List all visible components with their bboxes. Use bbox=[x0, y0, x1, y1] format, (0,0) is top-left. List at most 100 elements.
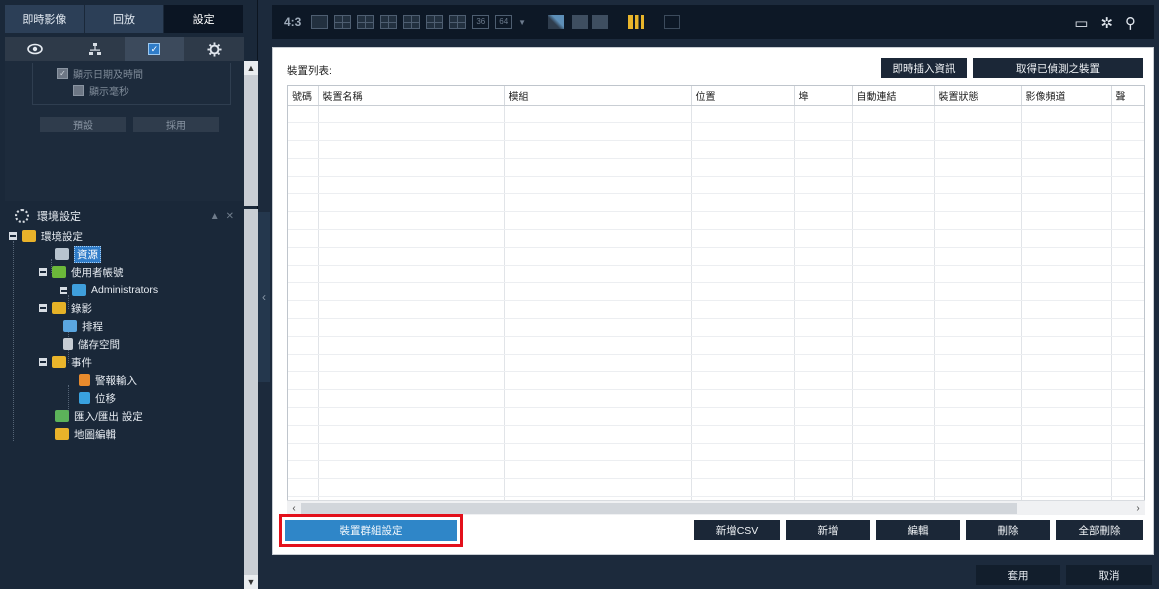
default-button[interactable]: 預設 bbox=[40, 117, 126, 132]
scroll-right-icon[interactable]: › bbox=[1131, 501, 1145, 515]
get-detected-devices-button[interactable]: 取得已偵測之裝置 bbox=[973, 58, 1143, 78]
table-row[interactable] bbox=[288, 176, 1144, 195]
scroll-up-icon[interactable]: ▲ bbox=[244, 61, 258, 75]
tree-node-user-accounts[interactable]: 使用者帳號 bbox=[39, 263, 124, 281]
column-header[interactable]: 號碼 bbox=[288, 86, 319, 106]
layout-13-icon[interactable] bbox=[426, 15, 444, 29]
instant-insert-button[interactable]: 即時插入資訊 bbox=[881, 58, 967, 78]
collapse-panel-handle[interactable]: ‹ bbox=[258, 212, 270, 382]
tab-live-view[interactable]: 即時影像 bbox=[5, 5, 85, 33]
scroll-left-icon[interactable]: ‹ bbox=[287, 501, 301, 515]
layout-6-icon[interactable] bbox=[357, 15, 375, 29]
scroll-down-icon[interactable]: ▼ bbox=[244, 575, 258, 589]
eye-icon[interactable] bbox=[5, 37, 65, 61]
checkbox[interactable] bbox=[73, 85, 84, 96]
show-ms-option[interactable]: 顯示毫秒 bbox=[73, 83, 129, 98]
checkbox-checked[interactable]: ✓ bbox=[57, 68, 68, 79]
tree-node-storage[interactable]: 儲存空間 bbox=[63, 335, 120, 353]
table-row[interactable] bbox=[288, 336, 1144, 355]
tree-node-map-edit[interactable]: 地圖編輯 bbox=[55, 425, 116, 443]
layout-10-icon[interactable] bbox=[403, 15, 421, 29]
table-row[interactable] bbox=[288, 105, 1144, 124]
device-group-settings-button[interactable]: 裝置群組設定 bbox=[285, 520, 457, 541]
table-row[interactable] bbox=[288, 354, 1144, 373]
column-header[interactable]: 埠 bbox=[794, 86, 853, 106]
tab-playback[interactable]: 回放 bbox=[84, 5, 165, 33]
search-icon[interactable]: ⚲ bbox=[1125, 14, 1136, 32]
column-header[interactable]: 影像頻道 bbox=[1021, 86, 1112, 106]
checkbox-settings-icon[interactable]: ✓ bbox=[124, 37, 185, 61]
column-header[interactable]: 自動連結 bbox=[852, 86, 935, 106]
layout-1-icon[interactable] bbox=[311, 15, 329, 29]
tab-settings[interactable]: 設定 bbox=[164, 5, 245, 33]
table-row[interactable] bbox=[288, 478, 1144, 498]
delete-all-button[interactable]: 全部刪除 bbox=[1056, 520, 1143, 540]
apply-option-button[interactable]: 採用 bbox=[133, 117, 219, 132]
tree-node-motion[interactable]: 位移 bbox=[79, 389, 116, 407]
layout-36-button[interactable]: 36 bbox=[472, 15, 490, 29]
add-button[interactable]: 新增 bbox=[786, 520, 870, 540]
fullscreen-icon[interactable] bbox=[548, 15, 565, 29]
column-header[interactable]: 聲 bbox=[1111, 86, 1144, 106]
tree-scrollbar[interactable]: ▼ bbox=[244, 209, 258, 589]
signal-icon[interactable] bbox=[628, 15, 645, 29]
show-date-time-option[interactable]: ✓ 顯示日期及時間 bbox=[57, 66, 143, 81]
table-row[interactable] bbox=[288, 265, 1144, 284]
chevron-down-icon[interactable]: ▼ bbox=[518, 18, 526, 27]
column-header[interactable]: 位置 bbox=[691, 86, 795, 106]
table-row[interactable] bbox=[288, 318, 1144, 337]
layout-16-icon[interactable] bbox=[449, 15, 467, 29]
tree-node-events[interactable]: 事件 bbox=[39, 353, 92, 371]
layout-64-button[interactable]: 64 bbox=[495, 15, 513, 29]
multi-monitor-icon[interactable] bbox=[572, 15, 589, 29]
device-table[interactable]: 號碼 裝置名稱 模組 位置埠自動連結 裝置狀態 影像頻道聲 bbox=[287, 85, 1145, 515]
gear-icon[interactable]: ✲ bbox=[1100, 14, 1113, 32]
tree-node-recording[interactable]: 錄影 bbox=[39, 299, 92, 317]
tree-node-env-settings[interactable]: 環境設定 bbox=[9, 227, 83, 245]
monitor-icon[interactable] bbox=[592, 15, 609, 29]
keyboard-icon[interactable]: ▭ bbox=[1074, 14, 1088, 32]
table-row[interactable] bbox=[288, 282, 1144, 302]
table-row[interactable] bbox=[288, 371, 1144, 391]
table-hscrollbar[interactable]: ‹ › bbox=[287, 500, 1145, 515]
column-header[interactable]: 模組 bbox=[504, 86, 692, 106]
window-icon[interactable] bbox=[664, 15, 681, 29]
scroll-thumb[interactable] bbox=[301, 503, 1017, 514]
tree-node-import-export[interactable]: 匯入/匯出 設定 bbox=[55, 407, 143, 425]
table-row[interactable] bbox=[288, 158, 1144, 177]
aspect-ratio-button[interactable]: 4:3 bbox=[284, 15, 301, 29]
table-row[interactable] bbox=[288, 407, 1144, 426]
apply-button[interactable]: 套用 bbox=[976, 565, 1060, 585]
edit-button[interactable]: 編輯 bbox=[876, 520, 960, 540]
network-icon[interactable] bbox=[65, 37, 125, 61]
add-csv-button[interactable]: 新增CSV bbox=[694, 520, 780, 540]
table-row[interactable] bbox=[288, 443, 1144, 462]
panel-controls[interactable]: ▲✕ bbox=[210, 211, 240, 222]
cancel-button[interactable]: 取消 bbox=[1066, 565, 1152, 585]
table-row[interactable] bbox=[288, 389, 1144, 409]
table-row[interactable] bbox=[288, 229, 1144, 248]
column-header[interactable]: 裝置名稱 bbox=[318, 86, 505, 106]
options-scrollbar[interactable]: ▲ bbox=[244, 61, 258, 206]
collapse-icon[interactable] bbox=[39, 304, 47, 312]
delete-button[interactable]: 刪除 bbox=[966, 520, 1050, 540]
tree-node-schedule[interactable]: 排程 bbox=[63, 317, 103, 335]
table-row[interactable] bbox=[288, 425, 1144, 444]
table-row[interactable] bbox=[288, 122, 1144, 142]
table-row[interactable] bbox=[288, 211, 1144, 231]
table-row[interactable] bbox=[288, 460, 1144, 480]
expand-icon[interactable] bbox=[60, 286, 67, 294]
table-row[interactable] bbox=[288, 247, 1144, 266]
collapse-icon[interactable] bbox=[9, 232, 17, 240]
table-row[interactable] bbox=[288, 140, 1144, 159]
table-row[interactable] bbox=[288, 300, 1144, 320]
layout-4-icon[interactable] bbox=[334, 15, 352, 29]
tree-node-resources[interactable]: 資源 bbox=[55, 245, 101, 263]
collapse-icon[interactable] bbox=[39, 358, 47, 366]
gear-icon[interactable] bbox=[184, 37, 244, 61]
table-row[interactable] bbox=[288, 193, 1144, 213]
column-header[interactable]: 裝置狀態 bbox=[934, 86, 1022, 106]
collapse-icon[interactable] bbox=[39, 268, 47, 276]
layout-9-icon[interactable] bbox=[380, 15, 398, 29]
tree-node-alarm-input[interactable]: 警報輸入 bbox=[79, 371, 137, 389]
